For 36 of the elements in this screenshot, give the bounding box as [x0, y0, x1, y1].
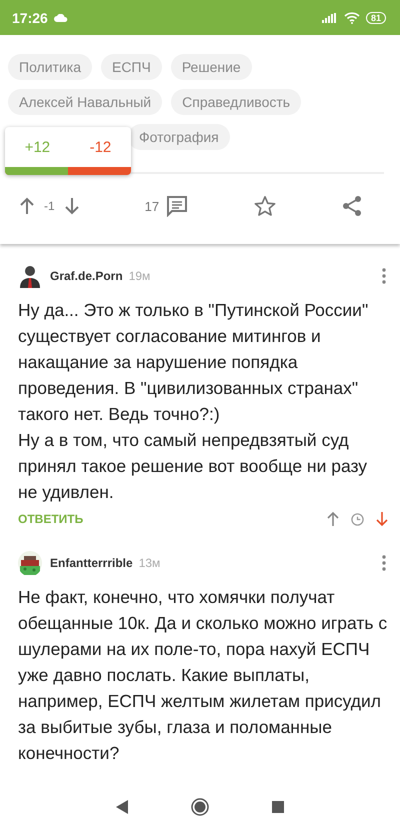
tag-chip[interactable]: ЕСПЧ: [100, 54, 162, 80]
downvote-count: -12: [90, 138, 112, 156]
star-icon[interactable]: [254, 195, 276, 217]
comment-text: Ну да... Это ж только в "Путинской России" существует согласование митингов и накащание за нарушение попядка проведения. В "цивилизованных странах" такого нет. Ведь точно?:) Ну а в том, что самый непредвзятый суд принял такое решение вот вообще ни разу не удивлен.: [18, 299, 370, 504]
upvote-arrow-icon[interactable]: [327, 511, 339, 527]
cloud-icon: [54, 14, 68, 22]
tag-chip[interactable]: Фотография: [128, 124, 230, 150]
comment-author[interactable]: Enfantterrrible: [50, 556, 133, 570]
recents-icon[interactable]: [272, 801, 284, 813]
back-icon[interactable]: [116, 800, 128, 814]
share-icon[interactable]: [342, 195, 362, 217]
more-options-icon[interactable]: [382, 268, 386, 284]
tag-chip[interactable]: Алексей Навальный: [8, 89, 162, 115]
reply-link[interactable]: ОТВЕТИТЬ: [18, 512, 84, 526]
tag-chip[interactable]: Решение: [170, 54, 252, 80]
wifi-icon: [344, 12, 360, 24]
comment-icon[interactable]: [166, 195, 188, 217]
comment-author[interactable]: Graf.de.Porn: [50, 269, 123, 283]
comment-time: 19м: [128, 269, 150, 283]
downvote-arrow-icon[interactable]: [376, 511, 388, 527]
tag-chip[interactable]: Политика: [8, 54, 92, 80]
upvote-count: +12: [24, 138, 50, 156]
signal-icon: [322, 12, 338, 22]
clock-icon[interactable]: [351, 512, 364, 526]
downvote-arrow-icon[interactable]: [64, 197, 79, 215]
battery-indicator: 81: [366, 12, 386, 24]
more-options-icon[interactable]: [382, 555, 386, 571]
post-rating: -1: [44, 199, 55, 213]
comment-text: Не факт, конечно, что хомячки получат обещанные 10к. Да и сколько можно играть с шулерами на их поле-то, пора нахуй ЕСПЧ уже давно послать. Какие выплаты, например, ЕСПЧ желтым жилетам присудил за выбитые зубы, глаза и поломанные конечности?: [18, 586, 388, 765]
tag-chip[interactable]: Справедливость: [171, 89, 302, 115]
clock-time: 17:26: [12, 10, 48, 26]
avatar-icon[interactable]: [18, 264, 42, 288]
comment-time: 13м: [138, 556, 160, 570]
comments-count: 17: [144, 198, 160, 214]
home-icon[interactable]: [190, 798, 209, 816]
upvote-arrow-icon[interactable]: [20, 197, 34, 215]
